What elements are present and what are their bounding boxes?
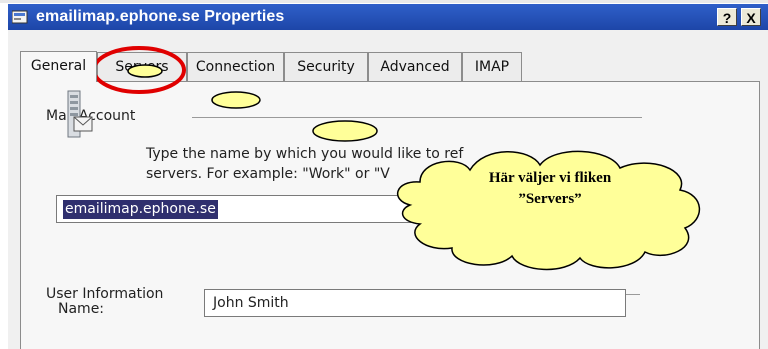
tab-general[interactable]: General: [20, 51, 97, 82]
callout-text: Här väljer vi fliken ”Servers”: [430, 168, 670, 210]
callout-line-1: Här väljer vi fliken: [488, 170, 612, 186]
highlight-blob-2: [211, 91, 261, 109]
callout-line-2: ”Servers”: [518, 191, 582, 207]
highlight-blob-1: [127, 64, 163, 78]
highlight-blob-3: [312, 120, 378, 142]
